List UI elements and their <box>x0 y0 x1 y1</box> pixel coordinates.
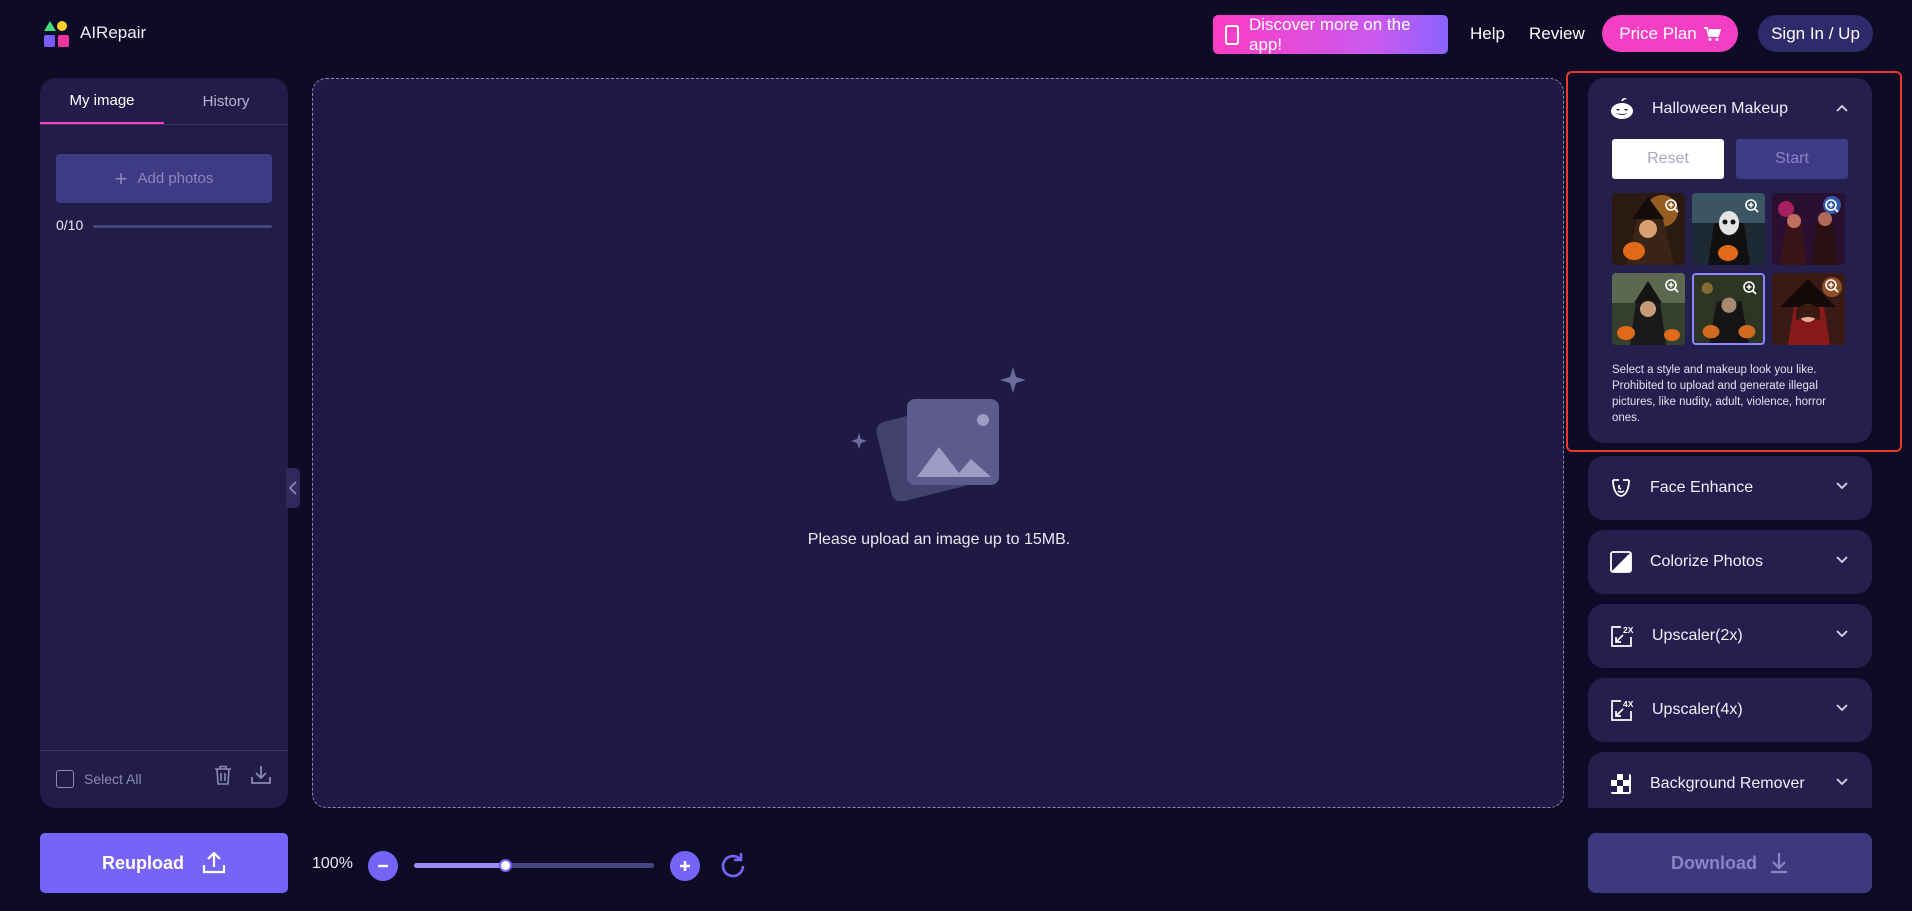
tool-label: Upscaler(4x) <box>1652 701 1743 718</box>
sign-in-button[interactable]: Sign In / Up <box>1758 15 1873 52</box>
tool-card-header[interactable]: Colorize Photos <box>1610 530 1763 594</box>
style-thumbnail-6[interactable] <box>1772 273 1845 345</box>
tool-card-colorize-photos[interactable]: Colorize Photos <box>1588 530 1872 594</box>
review-link[interactable]: Review <box>1529 24 1585 44</box>
pumpkin-icon <box>1611 98 1633 119</box>
download-arrow-icon <box>1771 853 1787 874</box>
style-thumbnail-3[interactable] <box>1772 193 1845 265</box>
zoom-in-icon[interactable] <box>1825 279 1839 293</box>
reset-button[interactable]: Reset <box>1612 139 1724 179</box>
tool-card-face-enhance[interactable]: Face Enhance <box>1588 456 1872 520</box>
select-all-checkbox[interactable] <box>56 770 74 788</box>
halloween-makeup-description: Select a style and makeup look you like.… <box>1612 364 1826 424</box>
tool-card-upscaler-4x[interactable]: 4X Upscaler(4x) <box>1588 678 1872 742</box>
colorize-icon <box>1610 551 1632 573</box>
reupload-label: Reupload <box>101 852 184 873</box>
face-enhance-icon <box>1612 479 1630 497</box>
chevron-up-icon[interactable] <box>1836 104 1848 112</box>
style-thumbnail-2[interactable] <box>1692 193 1765 265</box>
halloween-makeup-header[interactable]: Halloween Makeup <box>1610 78 1788 140</box>
chevron-down-icon[interactable] <box>1836 704 1848 712</box>
zoom-level: 100% <box>312 855 353 872</box>
help-link[interactable]: Help <box>1470 24 1505 44</box>
svg-text:4X: 4X <box>1623 699 1634 709</box>
plus-icon: + <box>114 165 128 191</box>
upload-icon <box>202 852 226 874</box>
image-placeholder-icon <box>851 367 1025 501</box>
tool-label: Face Enhance <box>1650 479 1754 496</box>
background-remover-icon <box>1611 774 1631 794</box>
price-plan-label: Price Plan <box>1619 23 1697 43</box>
zoom-in-button[interactable] <box>670 851 700 881</box>
tool-card-header[interactable]: Background Remover <box>1610 752 1805 816</box>
download-label: Download <box>1671 852 1757 873</box>
rotate-icon[interactable] <box>718 851 748 886</box>
upload-instructions: Please upload an image up to 15MB. <box>807 531 1071 548</box>
tool-card-header[interactable]: 4X Upscaler(4x) <box>1610 678 1743 742</box>
zoom-in-icon[interactable] <box>1825 199 1839 213</box>
tab-history[interactable]: History <box>164 78 288 124</box>
chevron-down-icon[interactable] <box>1836 630 1848 638</box>
trash-icon[interactable] <box>214 765 232 790</box>
add-photos-label: Add photos <box>137 170 214 187</box>
chevron-down-icon[interactable] <box>1836 556 1848 564</box>
brand-name: AIRepair <box>80 23 147 42</box>
svg-text:2X: 2X <box>1623 625 1634 635</box>
download-button[interactable]: Download <box>1588 833 1872 893</box>
zoom-in-icon[interactable] <box>1743 281 1757 295</box>
chevron-down-icon[interactable] <box>1836 482 1848 490</box>
discover-app-button[interactable]: Discover more on the app! <box>1213 15 1448 54</box>
style-thumbnail-4[interactable] <box>1612 273 1685 345</box>
photo-count: 0/10 <box>56 217 84 233</box>
tool-label: Upscaler(2x) <box>1652 627 1743 644</box>
upload-drop-zone[interactable]: Please upload an image up to 15MB. <box>312 78 1564 808</box>
app-logo[interactable] <box>42 20 72 50</box>
photo-count-progress <box>93 225 272 228</box>
zoom-in-icon[interactable] <box>1665 279 1679 293</box>
price-plan-button[interactable]: Price Plan <box>1602 15 1738 52</box>
reupload-button[interactable]: Reupload <box>40 833 288 893</box>
minus-icon <box>378 864 388 868</box>
select-all-label: Select All <box>84 771 142 787</box>
upscale-2x-icon: 2X <box>1611 625 1634 647</box>
image-list-panel: My image History + Add photos 0/10 Selec… <box>40 78 288 808</box>
cart-icon <box>1703 26 1721 41</box>
chevron-down-icon[interactable] <box>1836 778 1848 786</box>
tool-card-header[interactable]: Face Enhance <box>1610 456 1753 520</box>
tool-label: Colorize Photos <box>1650 553 1763 570</box>
style-thumbnail-5[interactable] <box>1692 273 1765 345</box>
add-photos-button[interactable]: + Add photos <box>56 154 272 203</box>
tool-card-background-remover[interactable]: Background Remover <box>1588 752 1872 808</box>
collapse-panel-button[interactable] <box>286 468 300 508</box>
tab-my-image[interactable]: My image <box>40 78 164 124</box>
zoom-slider-handle[interactable] <box>499 859 513 872</box>
tool-card-upscaler-2x[interactable]: 2X Upscaler(2x) <box>1588 604 1872 668</box>
upscale-4x-icon: 4X <box>1611 699 1634 721</box>
zoom-slider-fill <box>414 863 506 868</box>
phone-icon <box>1225 24 1239 45</box>
download-icon[interactable] <box>250 765 272 790</box>
zoom-slider[interactable] <box>414 859 654 872</box>
zoom-in-icon[interactable] <box>1745 199 1759 213</box>
tool-label: Background Remover <box>1650 775 1805 792</box>
plus-icon <box>680 861 690 871</box>
halloween-makeup-card: Halloween Makeup Reset Start Select a st… <box>1588 78 1872 443</box>
zoom-out-button[interactable] <box>368 851 398 881</box>
chevron-left-icon <box>289 481 297 495</box>
style-thumbnail-1[interactable] <box>1612 193 1685 265</box>
tabs-divider <box>40 124 288 125</box>
discover-app-label: Discover more on the app! <box>1248 14 1411 54</box>
panel-footer-divider <box>40 750 288 751</box>
tool-card-header[interactable]: 2X Upscaler(2x) <box>1610 604 1743 668</box>
start-button[interactable]: Start <box>1736 139 1848 179</box>
zoom-in-icon[interactable] <box>1665 199 1679 213</box>
halloween-makeup-title: Halloween Makeup <box>1652 100 1789 117</box>
